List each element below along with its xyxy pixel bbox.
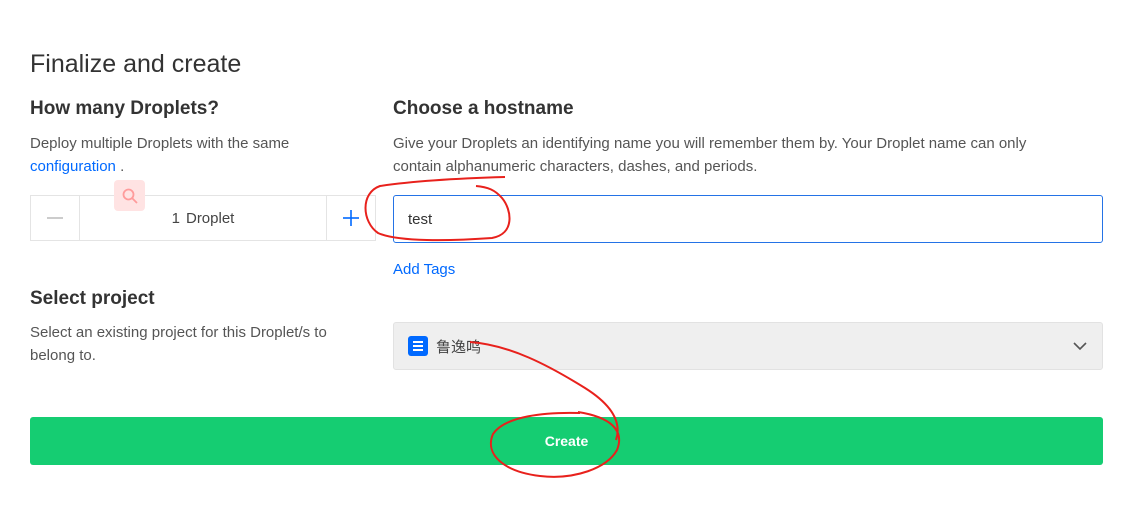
increment-button[interactable] <box>327 196 375 240</box>
hostname-description: Give your Droplets an identifying name y… <box>393 132 1026 178</box>
chevron-down-icon <box>1073 342 1087 351</box>
hostname-description-line1: Give your Droplets an identifying name y… <box>393 135 1027 152</box>
hostname-input[interactable] <box>393 195 1103 243</box>
hostname-title: Choose a hostname <box>393 98 574 119</box>
droplets-description-end: . <box>120 158 125 175</box>
minus-icon <box>47 217 63 219</box>
project-description-line1: Select an existing project for this Drop… <box>30 324 327 341</box>
project-select[interactable]: 鲁逸鸣 <box>393 322 1103 370</box>
page-title: Finalize and create <box>30 50 242 78</box>
droplet-count-stepper: 1 Droplet <box>30 195 376 241</box>
project-description: Select an existing project for this Drop… <box>30 321 327 367</box>
plus-icon <box>343 210 359 226</box>
droplet-unit: Droplet <box>185 209 235 227</box>
search-icon[interactable] <box>114 180 145 211</box>
droplets-description: Deploy multiple Droplets with the same c… <box>30 132 289 178</box>
project-title: Select project <box>30 288 155 309</box>
decrement-button[interactable] <box>31 196 79 240</box>
hostname-description-line2: contain alphanumeric characters, dashes,… <box>393 158 758 175</box>
droplets-title: How many Droplets? <box>30 98 219 119</box>
configuration-link[interactable]: configuration <box>30 158 116 175</box>
project-selected: 鲁逸鸣 <box>436 338 482 356</box>
droplets-description-text: Deploy multiple Droplets with the same <box>30 135 290 152</box>
project-description-line2: belong to. <box>30 347 96 364</box>
create-button[interactable]: Create <box>30 417 1103 465</box>
add-tags-link[interactable]: Add Tags <box>393 261 455 278</box>
project-icon <box>408 336 428 356</box>
droplet-count: 1 <box>171 209 180 227</box>
